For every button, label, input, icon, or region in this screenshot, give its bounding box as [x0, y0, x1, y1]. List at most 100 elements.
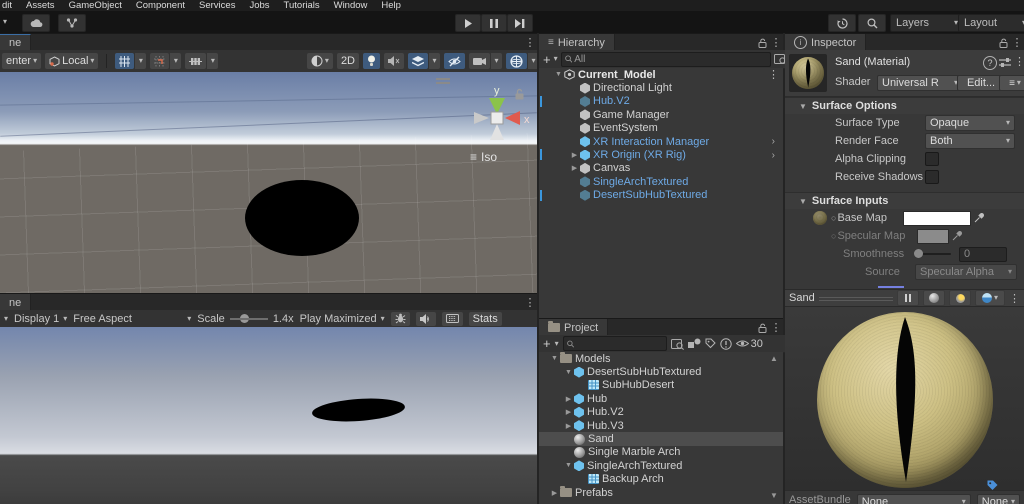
menu-item-gameobject[interactable]: GameObject: [69, 0, 122, 11]
assetbundle-variant-dropdown[interactable]: None ▾: [976, 494, 1020, 504]
scene-camera-button[interactable]: [469, 53, 490, 69]
smoothness-value[interactable]: 0: [959, 246, 1007, 262]
preview-drag-handle[interactable]: [818, 295, 893, 301]
search-button[interactable]: [858, 14, 886, 32]
pause-button[interactable]: [481, 14, 507, 32]
2d-toggle-button[interactable]: 2D: [336, 53, 359, 69]
receive-shadows-checkbox[interactable]: [925, 170, 939, 184]
layout-dropdown[interactable]: Layout ▾: [958, 14, 1024, 32]
mute-audio-button[interactable]: [415, 311, 436, 326]
tool-handle-rotation-dropdown[interactable]: Local ▾: [45, 53, 99, 69]
children-chevron[interactable]: ›: [772, 136, 775, 147]
preview-shape-button[interactable]: [923, 290, 945, 306]
surface-type-dropdown[interactable]: Opaque ▾: [925, 115, 1015, 131]
inspector-lock-icon[interactable]: [996, 34, 1010, 51]
gizmos-toggle-button[interactable]: [506, 53, 527, 69]
tab-scene[interactable]: ne: [0, 34, 32, 51]
expander-icon[interactable]: ▶: [563, 408, 574, 416]
scene-menu-kebab[interactable]: ⋮: [523, 34, 537, 51]
project-menu-kebab[interactable]: ⋮: [769, 319, 783, 336]
scene-effects-button[interactable]: [408, 53, 428, 69]
tab-hierarchy[interactable]: ≡ Hierarchy: [539, 34, 615, 51]
alert-icon[interactable]: [719, 337, 732, 350]
surface-inputs-header[interactable]: ▼ Surface Inputs: [785, 192, 1024, 209]
expander-icon[interactable]: ▶: [563, 422, 574, 430]
menu-item-help[interactable]: Help: [381, 0, 401, 11]
children-chevron[interactable]: ›: [772, 150, 775, 161]
draw-mode-dropdown[interactable]: ▾: [306, 53, 333, 69]
project-scroll-up[interactable]: ▲: [770, 354, 778, 363]
project-item[interactable]: ▶ Hub.V3: [539, 419, 783, 432]
cloud-button[interactable]: [22, 14, 50, 32]
tool-handle-position-dropdown[interactable]: enter ▾: [2, 53, 42, 69]
layers-dropdown[interactable]: Layers ▾: [890, 14, 964, 32]
base-map-texture-thumb[interactable]: [813, 211, 827, 225]
grid-visibility-button[interactable]: [115, 53, 135, 69]
source-dropdown[interactable]: Specular Alpha ▾: [915, 264, 1017, 280]
filter-by-label-icon[interactable]: [705, 338, 716, 349]
game-menu-kebab[interactable]: ⋮: [523, 294, 537, 311]
project-scroll-down[interactable]: ▼: [770, 491, 778, 500]
gizmo-lock-icon[interactable]: [514, 88, 525, 100]
hierarchy-item[interactable]: DesertSubHubTextured: [539, 189, 783, 202]
hierarchy-lock-icon[interactable]: [755, 34, 769, 51]
help-icon[interactable]: ?: [983, 56, 997, 70]
hierarchy-item[interactable]: EventSystem: [539, 122, 783, 135]
preview-header[interactable]: Sand ▾ ⋮: [785, 289, 1024, 307]
stats-grid-button[interactable]: [441, 311, 463, 326]
hierarchy-item[interactable]: XR Interaction Manager ›: [539, 135, 783, 148]
shader-edit-button[interactable]: Edit...: [957, 75, 1005, 91]
surface-options-header[interactable]: ▼ Surface Options: [785, 97, 1024, 114]
overlay-handle-icon[interactable]: [436, 78, 450, 84]
hierarchy-item[interactable]: ▶ Canvas: [539, 162, 783, 175]
search-window-icon[interactable]: [670, 338, 684, 350]
scale-slider[interactable]: [229, 313, 268, 323]
tab-inspector[interactable]: i Inspector: [785, 34, 867, 51]
expander-icon[interactable]: ▼: [553, 71, 564, 78]
snap-increment-button[interactable]: [150, 53, 170, 69]
grid-options-caret[interactable]: ▾: [135, 53, 147, 69]
menu-item-dit[interactable]: dit: [2, 0, 12, 11]
shader-list-button[interactable]: ≡ ▾: [999, 75, 1024, 91]
tab-project[interactable]: Project: [539, 319, 609, 336]
scene-audio-button[interactable]: [384, 53, 404, 69]
aspect-dropdown[interactable]: Free Aspect ▾: [73, 313, 191, 325]
move-snap-caret[interactable]: ▾: [207, 53, 219, 69]
create-asset-caret[interactable]: ▾: [555, 339, 559, 348]
project-item[interactable]: Sand: [539, 432, 783, 446]
render-face-dropdown[interactable]: Both ▾: [925, 133, 1015, 149]
move-snap-button[interactable]: [185, 53, 207, 69]
expander-icon[interactable]: ▼: [549, 355, 560, 362]
menu-item-jobs[interactable]: Jobs: [249, 0, 269, 11]
project-item[interactable]: ▶ Hub.V2: [539, 406, 783, 419]
expander-icon[interactable]: ▶: [569, 164, 580, 172]
menu-item-component[interactable]: Component: [136, 0, 185, 11]
hierarchy-search[interactable]: [560, 51, 771, 67]
step-button[interactable]: [507, 14, 533, 32]
play-button[interactable]: [455, 14, 481, 32]
expander-icon[interactable]: ▶: [549, 489, 560, 497]
specular-map-swatch[interactable]: [917, 228, 950, 244]
hierarchy-item[interactable]: ▼ Current_Model ⋮: [539, 68, 783, 82]
account-dropdown[interactable]: ▾: [3, 14, 17, 30]
project-item[interactable]: ▼ DesertSubHubTextured: [539, 365, 783, 378]
expander-icon[interactable]: ▶: [569, 151, 580, 159]
scene-black-ellipse-object[interactable]: [245, 180, 359, 256]
material-kebab[interactable]: ⋮: [1014, 55, 1024, 68]
project-item[interactable]: ▶ Hub: [539, 392, 783, 405]
eyedropper-icon[interactable]: [974, 213, 985, 223]
preview-kebab[interactable]: ⋮: [1009, 292, 1020, 305]
presets-icon[interactable]: [999, 57, 1011, 68]
project-search[interactable]: [562, 336, 667, 351]
texture-selector-icon[interactable]: ○: [831, 231, 836, 241]
hierarchy-item[interactable]: Hub.V2: [539, 95, 783, 108]
menu-item-services[interactable]: Services: [199, 0, 235, 11]
material-thumbnail[interactable]: [789, 54, 827, 92]
effects-options-caret[interactable]: ▾: [429, 53, 440, 69]
shader-dropdown[interactable]: Universal R ▾: [877, 75, 963, 91]
project-item[interactable]: ▶ Prefabs: [539, 486, 783, 499]
menu-item-assets[interactable]: Assets: [26, 0, 55, 11]
menu-item-window[interactable]: Window: [334, 0, 368, 11]
snap-options-caret[interactable]: ▾: [170, 53, 182, 69]
scene-visibility-button[interactable]: [444, 53, 465, 69]
